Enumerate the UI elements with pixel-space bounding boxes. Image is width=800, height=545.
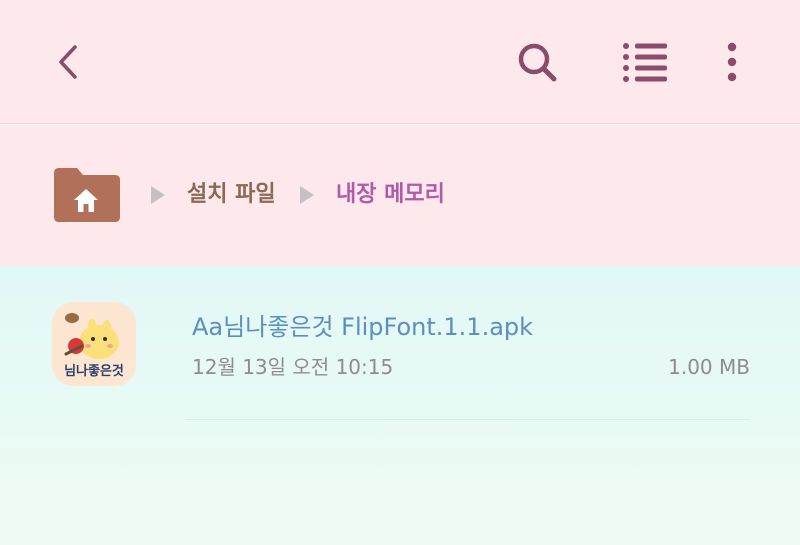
app-thumbnail: 님나좋은것: [52, 302, 136, 386]
more-options-button[interactable]: [700, 30, 764, 94]
breadcrumb-item-internal-memory[interactable]: 내장 메모리: [336, 180, 445, 210]
row-divider: [185, 419, 750, 420]
search-icon: [518, 43, 557, 82]
home-folder-button[interactable]: [50, 165, 122, 225]
home-folder-icon: [54, 168, 120, 222]
chevron-left-icon: [59, 45, 77, 79]
list-view-icon: [623, 43, 667, 82]
back-button[interactable]: [37, 30, 101, 94]
thumbnail-label: 님나좋은것: [64, 364, 124, 379]
list-view-button[interactable]: [613, 30, 677, 94]
breadcrumb-separator-icon: [151, 186, 165, 204]
more-vertical-icon: [727, 42, 737, 82]
file-name: Aa님나좋은것 FlipFont.1.1.apk: [192, 313, 534, 341]
top-toolbar: [0, 0, 800, 124]
search-button[interactable]: [505, 30, 569, 94]
breadcrumb-separator-icon: [300, 186, 314, 204]
file-size: 1.00 MB: [668, 355, 750, 379]
file-date: 12월 13일 오전 10:15: [192, 355, 394, 379]
breadcrumb-item-install-files[interactable]: 설치 파일: [187, 180, 276, 210]
